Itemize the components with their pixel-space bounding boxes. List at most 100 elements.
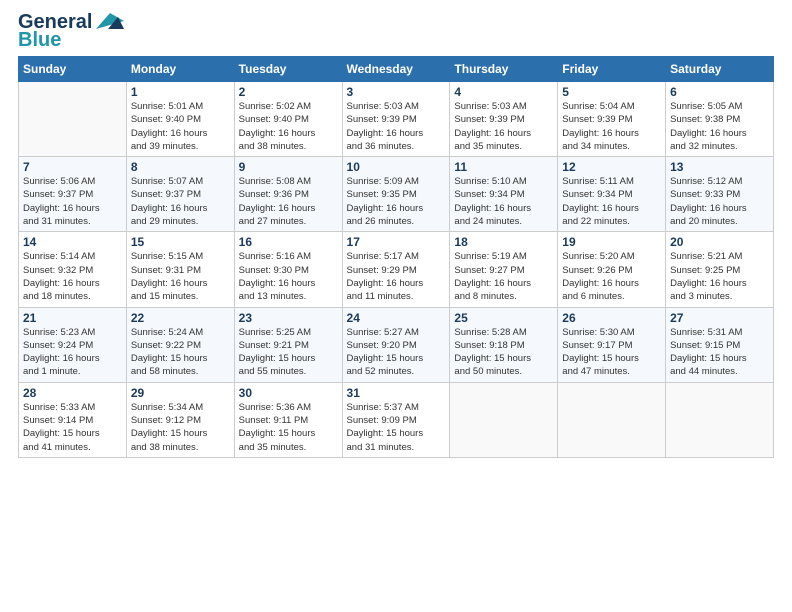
day-info: Sunrise: 5:37 AMSunset: 9:09 PMDaylight:… (347, 401, 446, 454)
day-info: Sunrise: 5:34 AMSunset: 9:12 PMDaylight:… (131, 401, 230, 454)
calendar-cell: 29Sunrise: 5:34 AMSunset: 9:12 PMDayligh… (126, 382, 234, 457)
calendar-cell: 15Sunrise: 5:15 AMSunset: 9:31 PMDayligh… (126, 232, 234, 307)
day-number: 22 (131, 311, 230, 325)
calendar-cell: 17Sunrise: 5:17 AMSunset: 9:29 PMDayligh… (342, 232, 450, 307)
logo: General Blue (18, 12, 126, 50)
calendar-cell: 11Sunrise: 5:10 AMSunset: 9:34 PMDayligh… (450, 157, 558, 232)
day-number: 4 (454, 85, 553, 99)
day-info: Sunrise: 5:06 AMSunset: 9:37 PMDaylight:… (23, 175, 122, 228)
day-info: Sunrise: 5:01 AMSunset: 9:40 PMDaylight:… (131, 100, 230, 153)
day-number: 11 (454, 160, 553, 174)
day-info: Sunrise: 5:17 AMSunset: 9:29 PMDaylight:… (347, 250, 446, 303)
calendar-table: SundayMondayTuesdayWednesdayThursdayFrid… (18, 56, 774, 458)
day-number: 15 (131, 235, 230, 249)
day-number: 25 (454, 311, 553, 325)
calendar-header-friday: Friday (558, 57, 666, 82)
calendar-cell: 20Sunrise: 5:21 AMSunset: 9:25 PMDayligh… (666, 232, 774, 307)
calendar-week-5: 28Sunrise: 5:33 AMSunset: 9:14 PMDayligh… (19, 382, 774, 457)
day-info: Sunrise: 5:23 AMSunset: 9:24 PMDaylight:… (23, 326, 122, 379)
day-number: 9 (239, 160, 338, 174)
calendar-cell: 9Sunrise: 5:08 AMSunset: 9:36 PMDaylight… (234, 157, 342, 232)
day-info: Sunrise: 5:33 AMSunset: 9:14 PMDaylight:… (23, 401, 122, 454)
day-number: 28 (23, 386, 122, 400)
day-number: 16 (239, 235, 338, 249)
header: General Blue (18, 12, 774, 50)
calendar-cell (558, 382, 666, 457)
day-number: 30 (239, 386, 338, 400)
calendar-header-saturday: Saturday (666, 57, 774, 82)
calendar-cell: 26Sunrise: 5:30 AMSunset: 9:17 PMDayligh… (558, 307, 666, 382)
calendar-cell: 22Sunrise: 5:24 AMSunset: 9:22 PMDayligh… (126, 307, 234, 382)
day-info: Sunrise: 5:28 AMSunset: 9:18 PMDaylight:… (454, 326, 553, 379)
calendar-week-3: 14Sunrise: 5:14 AMSunset: 9:32 PMDayligh… (19, 232, 774, 307)
day-info: Sunrise: 5:15 AMSunset: 9:31 PMDaylight:… (131, 250, 230, 303)
day-number: 1 (131, 85, 230, 99)
calendar-header-wednesday: Wednesday (342, 57, 450, 82)
day-number: 3 (347, 85, 446, 99)
day-number: 14 (23, 235, 122, 249)
calendar-cell: 7Sunrise: 5:06 AMSunset: 9:37 PMDaylight… (19, 157, 127, 232)
calendar-header-tuesday: Tuesday (234, 57, 342, 82)
calendar-week-2: 7Sunrise: 5:06 AMSunset: 9:37 PMDaylight… (19, 157, 774, 232)
day-info: Sunrise: 5:11 AMSunset: 9:34 PMDaylight:… (562, 175, 661, 228)
calendar-cell: 8Sunrise: 5:07 AMSunset: 9:37 PMDaylight… (126, 157, 234, 232)
calendar-cell: 12Sunrise: 5:11 AMSunset: 9:34 PMDayligh… (558, 157, 666, 232)
calendar-week-1: 1Sunrise: 5:01 AMSunset: 9:40 PMDaylight… (19, 82, 774, 157)
calendar-week-4: 21Sunrise: 5:23 AMSunset: 9:24 PMDayligh… (19, 307, 774, 382)
day-number: 20 (670, 235, 769, 249)
calendar-cell: 31Sunrise: 5:37 AMSunset: 9:09 PMDayligh… (342, 382, 450, 457)
day-number: 21 (23, 311, 122, 325)
day-number: 12 (562, 160, 661, 174)
day-number: 26 (562, 311, 661, 325)
calendar-header-monday: Monday (126, 57, 234, 82)
day-info: Sunrise: 5:21 AMSunset: 9:25 PMDaylight:… (670, 250, 769, 303)
calendar-cell: 10Sunrise: 5:09 AMSunset: 9:35 PMDayligh… (342, 157, 450, 232)
calendar-header-thursday: Thursday (450, 57, 558, 82)
calendar-cell: 25Sunrise: 5:28 AMSunset: 9:18 PMDayligh… (450, 307, 558, 382)
day-number: 6 (670, 85, 769, 99)
logo-icon (94, 9, 126, 31)
day-info: Sunrise: 5:09 AMSunset: 9:35 PMDaylight:… (347, 175, 446, 228)
logo-blue: Blue (18, 30, 61, 50)
calendar-cell: 30Sunrise: 5:36 AMSunset: 9:11 PMDayligh… (234, 382, 342, 457)
calendar-cell (666, 382, 774, 457)
day-info: Sunrise: 5:27 AMSunset: 9:20 PMDaylight:… (347, 326, 446, 379)
calendar-cell: 19Sunrise: 5:20 AMSunset: 9:26 PMDayligh… (558, 232, 666, 307)
day-number: 27 (670, 311, 769, 325)
calendar-cell: 13Sunrise: 5:12 AMSunset: 9:33 PMDayligh… (666, 157, 774, 232)
calendar-cell (19, 82, 127, 157)
day-info: Sunrise: 5:10 AMSunset: 9:34 PMDaylight:… (454, 175, 553, 228)
calendar-cell: 3Sunrise: 5:03 AMSunset: 9:39 PMDaylight… (342, 82, 450, 157)
calendar-cell: 18Sunrise: 5:19 AMSunset: 9:27 PMDayligh… (450, 232, 558, 307)
day-number: 18 (454, 235, 553, 249)
calendar-cell: 28Sunrise: 5:33 AMSunset: 9:14 PMDayligh… (19, 382, 127, 457)
day-info: Sunrise: 5:08 AMSunset: 9:36 PMDaylight:… (239, 175, 338, 228)
calendar-header-row: SundayMondayTuesdayWednesdayThursdayFrid… (19, 57, 774, 82)
day-number: 29 (131, 386, 230, 400)
day-info: Sunrise: 5:04 AMSunset: 9:39 PMDaylight:… (562, 100, 661, 153)
day-number: 2 (239, 85, 338, 99)
day-info: Sunrise: 5:16 AMSunset: 9:30 PMDaylight:… (239, 250, 338, 303)
day-info: Sunrise: 5:03 AMSunset: 9:39 PMDaylight:… (454, 100, 553, 153)
day-info: Sunrise: 5:07 AMSunset: 9:37 PMDaylight:… (131, 175, 230, 228)
day-number: 17 (347, 235, 446, 249)
day-number: 5 (562, 85, 661, 99)
calendar-cell (450, 382, 558, 457)
day-info: Sunrise: 5:14 AMSunset: 9:32 PMDaylight:… (23, 250, 122, 303)
calendar-header-sunday: Sunday (19, 57, 127, 82)
day-info: Sunrise: 5:36 AMSunset: 9:11 PMDaylight:… (239, 401, 338, 454)
calendar-cell: 4Sunrise: 5:03 AMSunset: 9:39 PMDaylight… (450, 82, 558, 157)
day-info: Sunrise: 5:25 AMSunset: 9:21 PMDaylight:… (239, 326, 338, 379)
day-number: 23 (239, 311, 338, 325)
day-number: 8 (131, 160, 230, 174)
calendar-cell: 27Sunrise: 5:31 AMSunset: 9:15 PMDayligh… (666, 307, 774, 382)
calendar-cell: 23Sunrise: 5:25 AMSunset: 9:21 PMDayligh… (234, 307, 342, 382)
day-number: 19 (562, 235, 661, 249)
calendar-cell: 24Sunrise: 5:27 AMSunset: 9:20 PMDayligh… (342, 307, 450, 382)
day-info: Sunrise: 5:02 AMSunset: 9:40 PMDaylight:… (239, 100, 338, 153)
calendar-cell: 6Sunrise: 5:05 AMSunset: 9:38 PMDaylight… (666, 82, 774, 157)
day-info: Sunrise: 5:12 AMSunset: 9:33 PMDaylight:… (670, 175, 769, 228)
calendar-cell: 1Sunrise: 5:01 AMSunset: 9:40 PMDaylight… (126, 82, 234, 157)
day-number: 7 (23, 160, 122, 174)
calendar-cell: 14Sunrise: 5:14 AMSunset: 9:32 PMDayligh… (19, 232, 127, 307)
